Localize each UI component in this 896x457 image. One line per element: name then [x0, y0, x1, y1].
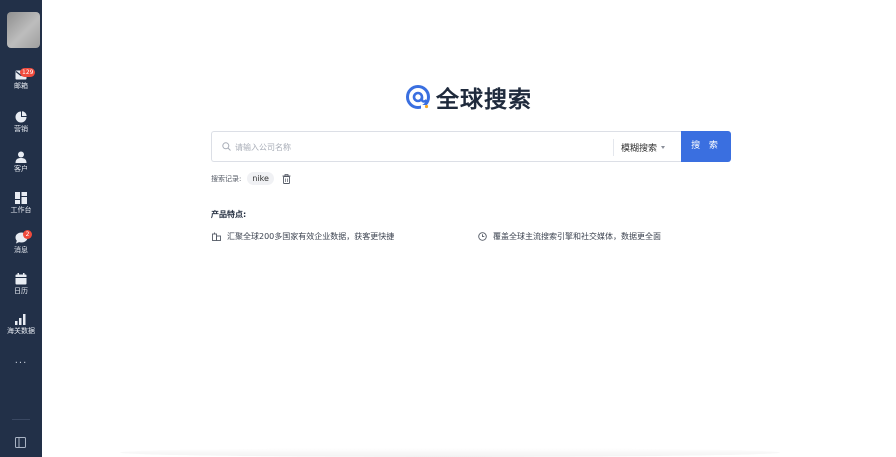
sidebar-item-label: 营销 — [14, 125, 28, 133]
avatar[interactable] — [7, 12, 40, 48]
feature-item: 汇聚全球200多国家有效企业数据，获客更快捷 — [212, 230, 394, 242]
sidebar-item-customs-data[interactable]: 海关数据 — [0, 313, 42, 347]
feature-text: 覆盖全球主流搜索引擎和社交媒体，数据更全面 — [493, 231, 661, 241]
sidebar-item-label: 消息 — [14, 246, 28, 254]
collapse-sidebar-button[interactable] — [15, 433, 26, 452]
sidebar-item-label: 海关数据 — [7, 327, 35, 335]
global-search-logo: 全球搜索 — [405, 82, 532, 113]
search-bar: 模糊搜索 — [211, 131, 681, 162]
sidebar-item-mail[interactable]: 邮箱 129 — [0, 68, 42, 104]
search-mode-select[interactable]: 模糊搜索 — [621, 141, 657, 154]
bar-chart-icon — [15, 314, 26, 325]
building-icon — [212, 232, 221, 241]
sidebar-item-label: 邮箱 — [14, 82, 28, 90]
feature-item: 覆盖全球主流搜索引擎和社交媒体，数据更全面 — [478, 230, 661, 242]
sidebar-toggle-icon — [15, 437, 26, 448]
pie-chart-icon — [15, 111, 27, 123]
search-icon — [222, 142, 231, 151]
logo-title: 全球搜索 — [436, 87, 532, 113]
search-history-label: 搜索记录: — [211, 174, 242, 183]
caret-down-icon[interactable] — [661, 146, 665, 149]
search-history: 搜索记录: nike — [211, 172, 291, 185]
sidebar-item-workbench[interactable]: 工作台 — [0, 192, 42, 226]
company-search-input[interactable] — [235, 137, 605, 157]
search-mode-divider — [613, 139, 614, 156]
more-menu-button[interactable]: ··· — [0, 358, 42, 369]
at-sign-logo-icon — [406, 85, 430, 109]
features-title: 产品特点: — [211, 210, 247, 219]
sidebar-item-customer[interactable]: 客户 — [0, 151, 42, 185]
clock-icon — [478, 231, 487, 241]
sidebar-item-messages[interactable]: 消息 2 — [0, 230, 42, 266]
sidebar-item-label: 工作台 — [10, 206, 32, 214]
search-button[interactable]: 搜 索 — [681, 131, 731, 162]
sidebar-divider — [12, 419, 30, 420]
sidebar-item-marketing[interactable]: 营销 — [0, 111, 42, 145]
sidebar-item-label: 日历 — [14, 287, 28, 295]
calendar-icon — [15, 273, 27, 285]
user-icon — [15, 151, 27, 163]
bottom-edge-shadow — [120, 448, 780, 457]
sidebar: 邮箱 129 营销 客户 工作台 消息 2 日历 海关数据 ··· — [0, 0, 42, 457]
history-chip[interactable]: nike — [247, 172, 274, 185]
sidebar-item-label: 客户 — [14, 165, 28, 173]
trash-icon[interactable] — [282, 173, 291, 184]
dashboard-icon — [15, 192, 27, 204]
feature-text: 汇聚全球200多国家有效企业数据，获客更快捷 — [227, 231, 395, 241]
unread-badge: 2 — [23, 230, 32, 239]
sidebar-item-calendar[interactable]: 日历 — [0, 273, 42, 307]
unread-badge: 129 — [20, 68, 36, 77]
